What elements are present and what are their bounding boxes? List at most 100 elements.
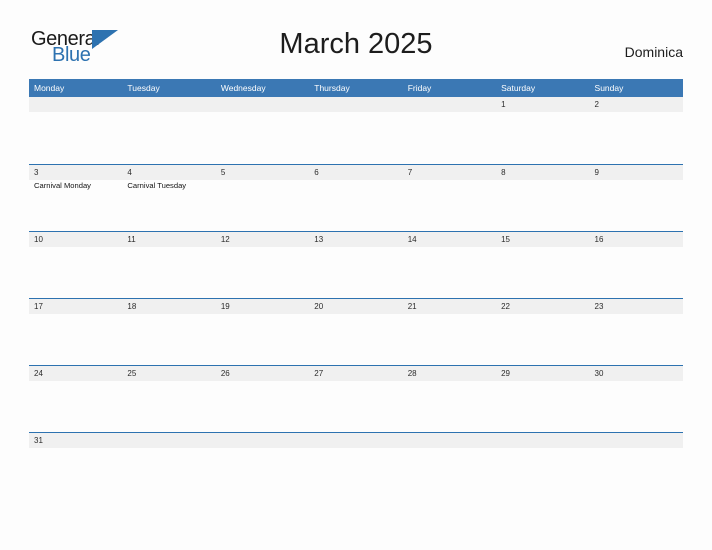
day-cell[interactable]: 31 [29,433,122,499]
day-number: 27 [314,369,324,378]
day-number: 5 [220,168,226,177]
day-number: 15 [501,235,511,244]
day-cell-empty [403,97,496,164]
weekday-header-row: Monday Tuesday Wednesday Thursday Friday Satu… [29,79,683,97]
day-number: 22 [501,302,511,311]
day-cell-empty [122,97,215,164]
day-cell[interactable]: 1 [496,97,589,164]
week-cells: 24 25 26 27 28 29 30 [29,366,683,432]
day-cell[interactable]: 12 [216,232,309,298]
day-cell[interactable]: 13 [309,232,402,298]
day-cell[interactable]: 29 [496,366,589,432]
day-cell-empty [403,433,496,499]
day-number: 3 [34,168,39,177]
day-cell[interactable]: 20 [309,299,402,365]
day-cell[interactable]: 17 [29,299,122,365]
weekday-header-thursday: Thursday [314,83,350,93]
day-number: 18 [127,302,137,311]
calendar-week-row: 24 25 26 27 28 29 30 [29,365,683,432]
day-cell-empty [590,433,683,499]
day-cell[interactable]: 27 [309,366,402,432]
day-cell[interactable]: 23 [590,299,683,365]
day-number: 19 [220,302,230,311]
weekday-header-wednesday: Wednesday [220,83,266,93]
day-number: 21 [407,302,417,311]
day-number: 28 [407,369,417,378]
day-number: 20 [314,302,324,311]
day-number: 13 [314,235,324,244]
day-cell[interactable]: 15 [496,232,589,298]
day-cell-empty [496,433,589,499]
day-number: 23 [594,302,604,311]
day-number: 16 [594,235,604,244]
day-cell[interactable]: 30 [590,366,683,432]
calendar-weeks: 1 2 3 Carnival Monday 4 Carnival Tuesday 5 6 7 8 9… [29,97,683,499]
day-number: 24 [34,369,43,378]
day-number: 30 [594,369,604,378]
day-number: 9 [594,168,599,177]
day-number: 25 [127,369,137,378]
day-cell[interactable]: 14 [403,232,496,298]
day-number: 7 [407,168,413,177]
day-number: 10 [34,235,43,244]
day-cell[interactable]: 6 [309,165,402,231]
weekday-header-sunday: Sunday [594,83,624,93]
day-number: 4 [127,168,132,177]
calendar-week-row: 17 18 19 20 21 22 23 [29,298,683,365]
country-label: Dominica [624,44,683,60]
weekday-header-tuesday: Tuesday [127,83,160,93]
day-number: 14 [407,235,417,244]
day-cell[interactable]: 3 Carnival Monday [29,165,122,231]
day-number: 17 [34,302,43,311]
day-cell[interactable]: 9 [590,165,683,231]
day-number: 2 [594,100,599,109]
weekday-header-monday: Monday [34,83,65,93]
calendar-grid: Monday Tuesday Wednesday Thursday Friday Satu… [29,79,683,499]
day-cell-empty [216,97,309,164]
day-cell[interactable]: 19 [216,299,309,365]
day-events: Carnival Tuesday [127,180,215,191]
day-cell[interactable]: 26 [216,366,309,432]
day-number: 31 [34,436,43,445]
day-cell[interactable]: 16 [590,232,683,298]
week-cells: 12 [29,97,683,164]
day-cell[interactable]: 22 [496,299,589,365]
week-cells: 10 11 12 13 14 15 16 [29,232,683,298]
page-title: March 2025 [279,28,433,60]
day-events: Carnival Monday [34,180,122,191]
day-cell[interactable]: 2 [590,97,683,164]
calendar-page: General Blue March 2025 Dominica Monday T… [0,0,712,550]
calendar-week-row: 12 [29,97,683,164]
day-cell-empty [309,433,402,499]
day-number: 6 [314,168,319,177]
week-cells: 31 [29,433,683,499]
day-cell[interactable]: 11 [122,232,215,298]
day-cell[interactable]: 5 [216,165,309,231]
week-cells: 17 18 19 20 21 22 23 [29,299,683,365]
day-number: 1 [501,100,506,109]
day-cell[interactable]: 8 [496,165,589,231]
day-number: 8 [501,168,506,177]
day-cell[interactable]: 21 [403,299,496,365]
day-cell-empty [122,433,215,499]
day-cell-empty [216,433,309,499]
day-number: 11 [127,235,136,244]
day-cell[interactable]: 4 Carnival Tuesday [122,165,215,231]
day-number: 29 [501,369,511,378]
day-cell-empty [29,97,122,164]
day-number: 12 [220,235,230,244]
weekday-header-saturday: Saturday [501,83,536,93]
day-cell[interactable]: 24 [29,366,122,432]
week-cells: 3 Carnival Monday 4 Carnival Tuesday 5 6 7 8 9 [29,165,683,231]
day-cell[interactable]: 25 [122,366,215,432]
day-cell-empty [309,97,402,164]
holiday-label: Carnival Tuesday [127,181,187,190]
day-cell[interactable]: 10 [29,232,122,298]
day-number: 26 [220,369,230,378]
calendar-week-row: 31 [29,432,683,499]
holiday-label: Carnival Monday [34,181,91,190]
page-header: General Blue March 2025 Dominica [29,24,683,72]
day-cell[interactable]: 28 [403,366,496,432]
day-cell[interactable]: 7 [403,165,496,231]
day-cell[interactable]: 18 [122,299,215,365]
